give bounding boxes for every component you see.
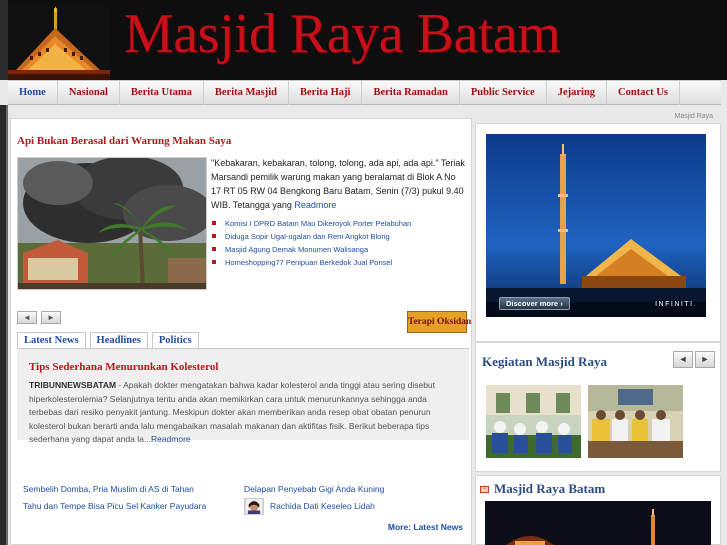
- mrb-title: Masjid Raya Batam: [494, 481, 606, 496]
- site-title[interactable]: Masjid Raya Batam: [124, 2, 561, 66]
- main-content: Api Bukan Berasal dari Warung Makan Saya: [10, 118, 472, 545]
- news-link-with-thumb: Rachida Dati Keseleo Lidah: [244, 498, 384, 515]
- article-source: TRIBUNNEWSBATAM: [29, 380, 117, 390]
- featured-prev-button[interactable]: ◄: [17, 311, 37, 324]
- news-thumbnail[interactable]: [244, 498, 264, 515]
- tab-politics[interactable]: Politics: [151, 332, 199, 348]
- nav-jejaring[interactable]: Jejaring: [547, 81, 608, 105]
- discover-more-button[interactable]: Discover more ›: [499, 297, 570, 310]
- featured-text: "Kebakaran, kebakaran, tolong, tolong, a…: [211, 158, 465, 210]
- news-links-left: Sembelih Domba, Pria Muslim di AS di Tah…: [23, 481, 206, 515]
- site-header: Masjid Raya Batam: [0, 0, 727, 80]
- masjid-raya-batam-widget: − Masjid Raya Batam: [475, 475, 721, 545]
- left-frame: [0, 105, 8, 545]
- nav-berita-ramadan[interactable]: Berita Ramadan: [362, 81, 460, 105]
- mosque-gathering-image: [588, 385, 683, 458]
- nav-home[interactable]: Home: [8, 81, 58, 105]
- tab-article-excerpt: TRIBUNNEWSBATAM - Apakah dokter mengatak…: [29, 379, 461, 447]
- news-link[interactable]: Tahu dan Tempe Bisa Picu Sel Kanker Payu…: [23, 498, 206, 515]
- article-readmore-link[interactable]: Readmore: [151, 434, 191, 444]
- news-link[interactable]: Sembelih Domba, Pria Muslim di AS di Tah…: [23, 481, 206, 498]
- right-sidebar: Masjid Raya Discover more › INFINITI. Ke…: [475, 108, 721, 545]
- nav-nasional[interactable]: Nasional: [58, 81, 120, 105]
- kegiatan-title: Kegiatan Masjid Raya: [482, 354, 607, 369]
- mrb-header: − Masjid Raya Batam: [480, 481, 605, 497]
- ad-widget: Discover more › INFINITI.: [475, 123, 721, 342]
- related-item[interactable]: Homeshopping77 Penipuan Berkedok Jual Po…: [211, 256, 468, 269]
- collapse-icon[interactable]: −: [480, 485, 489, 493]
- more-latest-news-link[interactable]: More: Latest News: [388, 522, 463, 532]
- related-item[interactable]: Diduga Sopir Ugal-ugalan dan Rem Angkot …: [211, 230, 468, 243]
- nav-berita-haji[interactable]: Berita Haji: [289, 81, 363, 105]
- infiniti-ad[interactable]: Discover more › INFINITI.: [486, 134, 706, 317]
- mrb-photo[interactable]: [485, 501, 711, 545]
- featured-next-button[interactable]: ►: [41, 311, 61, 324]
- news-links-right: Delapan Penyebab Gigi Anda Kuning Rachid…: [244, 481, 384, 515]
- tab-latest-news[interactable]: Latest News: [17, 332, 86, 348]
- mosque-night-image: [486, 134, 706, 317]
- kegiatan-photo[interactable]: [486, 385, 581, 458]
- tab-article-title[interactable]: Tips Sederhana Menurunkan Kolesterol: [29, 361, 218, 373]
- tab-headlines[interactable]: Headlines: [89, 332, 148, 348]
- kegiatan-widget: Kegiatan Masjid Raya ◄ ►: [475, 342, 721, 472]
- related-item[interactable]: Komisi I DPRD Batam Mau Dikeroyok Porter…: [211, 217, 468, 230]
- infiniti-logo: INFINITI.: [655, 301, 697, 308]
- widget-label: Masjid Raya: [674, 113, 713, 120]
- kegiatan-next-button[interactable]: ►: [695, 351, 715, 368]
- nav-contact-us[interactable]: Contact Us: [607, 81, 680, 105]
- related-item[interactable]: Masjid Agung Demak Monumen Walisanga: [211, 243, 468, 256]
- mosque-interior-image: [486, 385, 581, 458]
- main-nav: Home Nasional Berita Utama Berita Masjid…: [8, 80, 721, 105]
- mosque-logo-icon[interactable]: [8, 6, 110, 80]
- kegiatan-prev-button[interactable]: ◄: [673, 351, 693, 368]
- featured-readmore-link[interactable]: Readmore: [294, 200, 336, 210]
- news-link[interactable]: Delapan Penyebab Gigi Anda Kuning: [244, 481, 384, 498]
- terapi-oksidan-banner[interactable]: Terapi Oksidan: [407, 311, 471, 333]
- mosque-night-image: [485, 501, 711, 545]
- fire-smoke-image: [18, 158, 206, 289]
- featured-excerpt: "Kebakaran, kebakaran, tolong, tolong, a…: [211, 156, 468, 212]
- news-link[interactable]: Rachida Dati Keseleo Lidah: [270, 498, 375, 515]
- nav-berita-utama[interactable]: Berita Utama: [120, 81, 204, 105]
- header-frame: [0, 0, 8, 80]
- kegiatan-photo[interactable]: [588, 385, 683, 458]
- featured-photo[interactable]: [17, 157, 207, 290]
- featured-title[interactable]: Api Bukan Berasal dari Warung Makan Saya: [17, 135, 231, 147]
- news-tabs: Latest News Headlines Politics: [17, 332, 203, 348]
- tab-panel: Tips Sederhana Menurunkan Kolesterol TRI…: [17, 348, 469, 444]
- related-list: Komisi I DPRD Batam Mau Dikeroyok Porter…: [211, 217, 468, 269]
- nav-public-service[interactable]: Public Service: [460, 81, 547, 105]
- nav-berita-masjid[interactable]: Berita Masjid: [204, 81, 289, 105]
